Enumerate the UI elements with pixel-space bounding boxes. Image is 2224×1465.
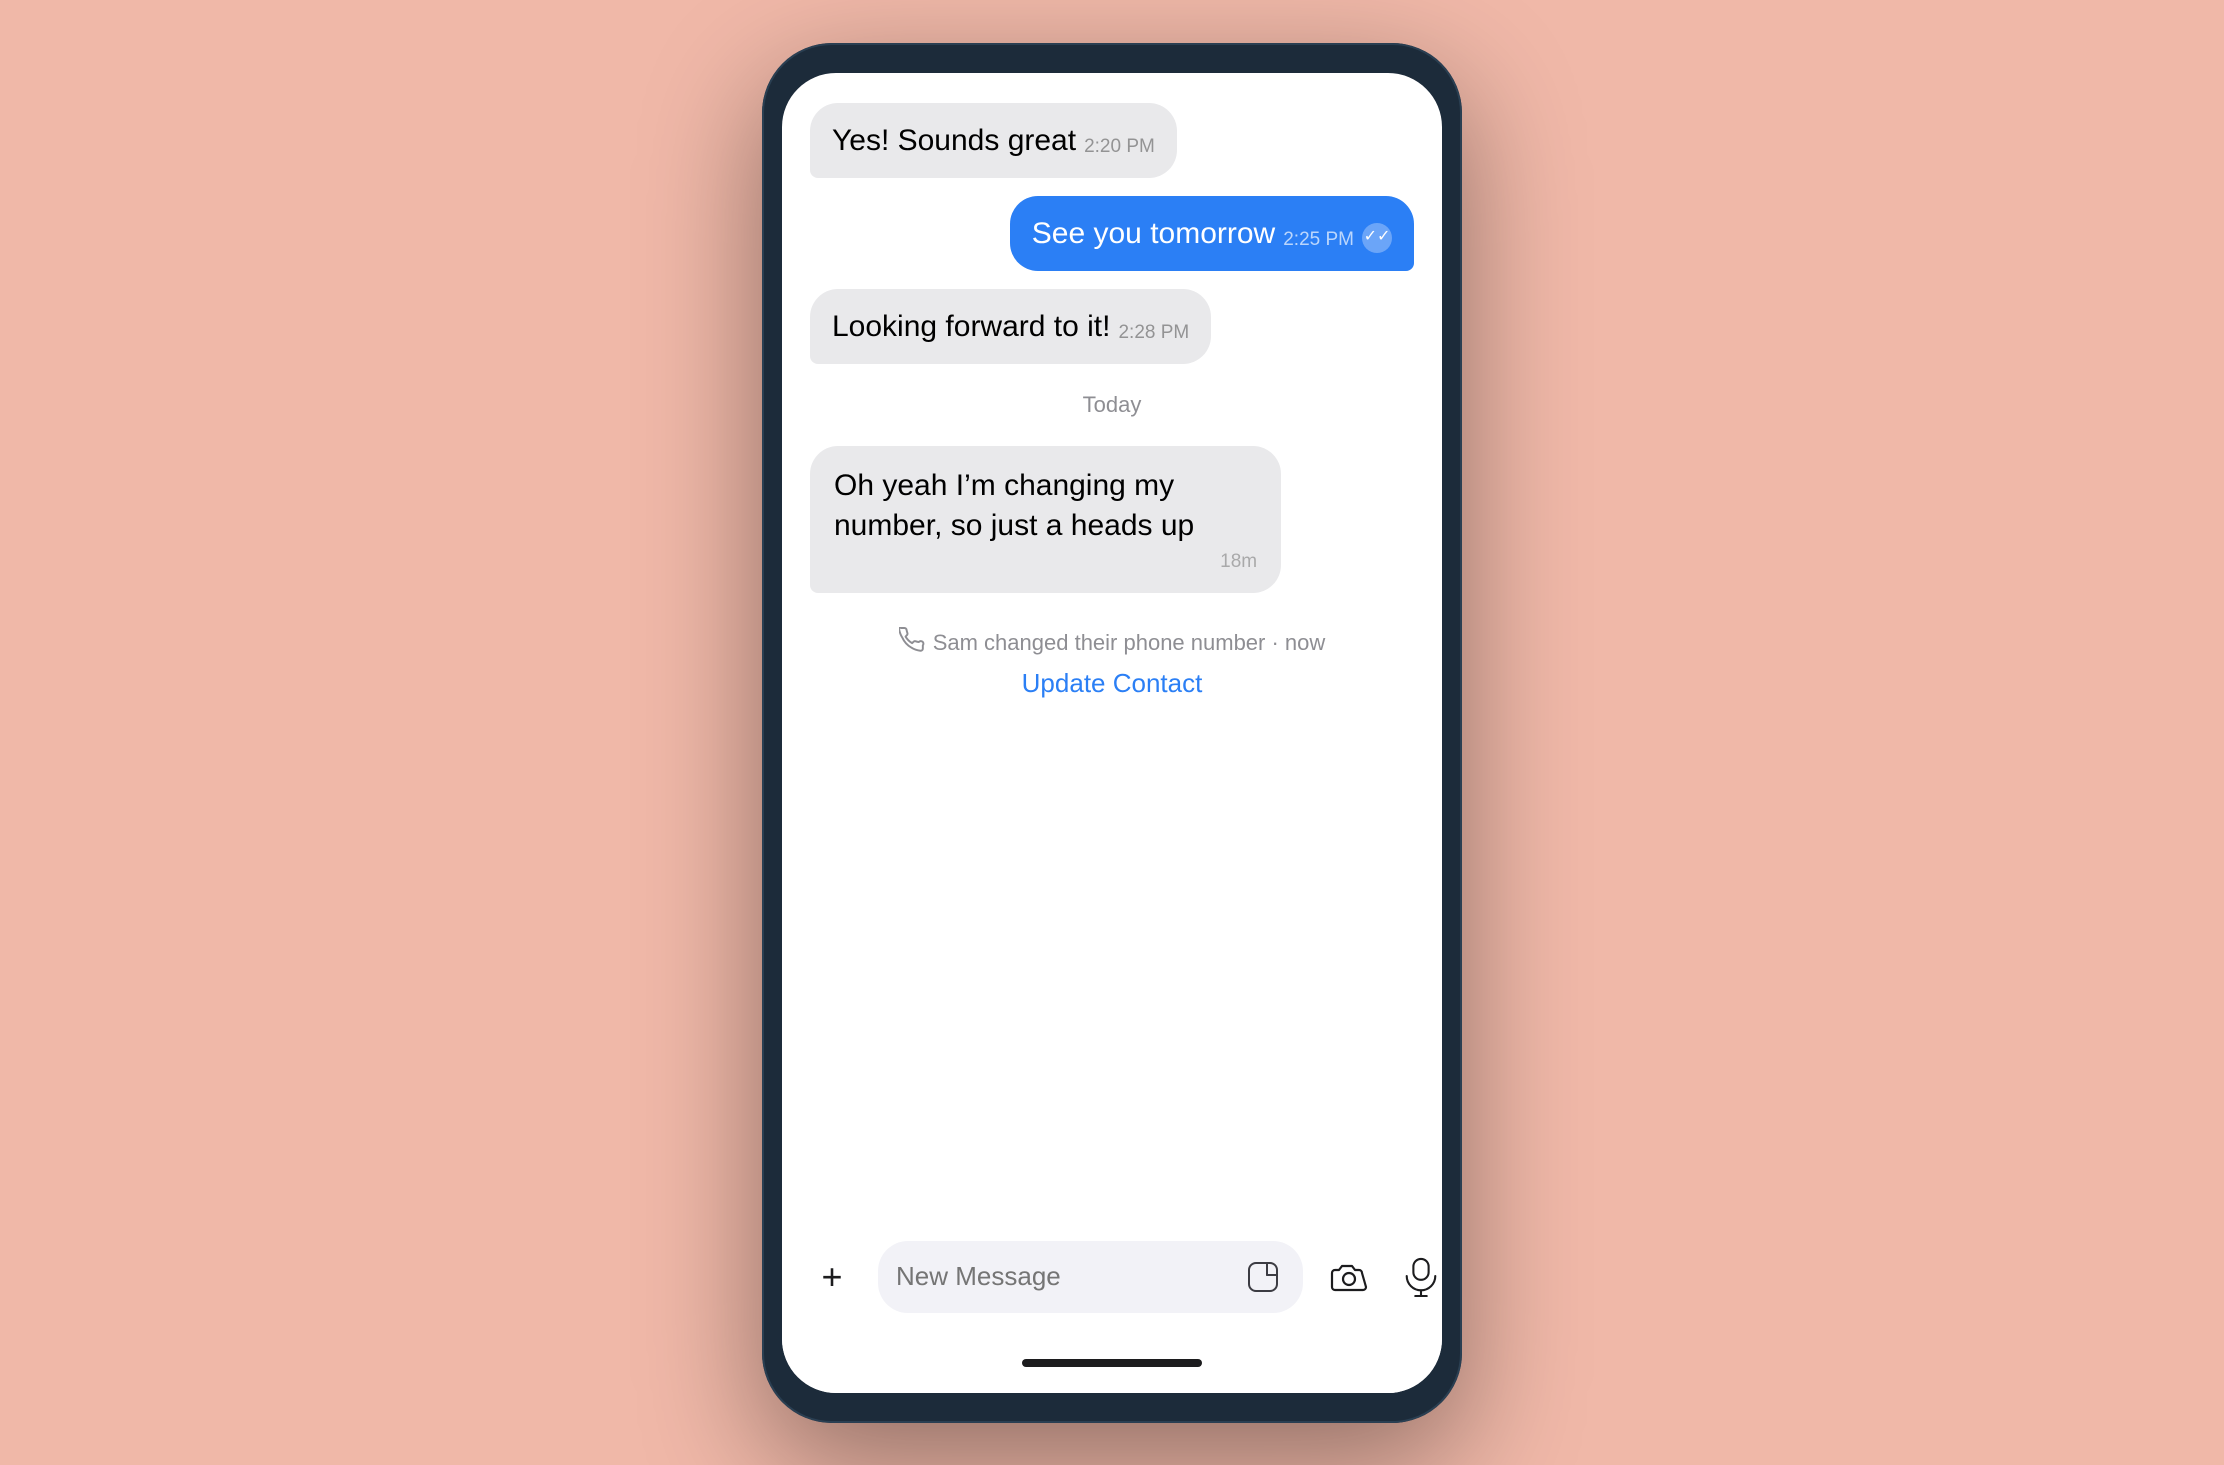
phone-screen: Yes! Sounds great 2:20 PM See you tomorr… (782, 73, 1442, 1393)
system-notification-text: Sam changed their phone number · now (899, 627, 1326, 660)
message-time: 2:25 PM (1283, 228, 1354, 253)
double-check-icon: ✓✓ (1362, 223, 1392, 253)
message-row: See you tomorrow 2:25 PM ✓✓ (810, 196, 1414, 271)
message-bubble-received: Looking forward to it! 2:28 PM (810, 289, 1211, 364)
system-notification: Sam changed their phone number · now Upd… (810, 627, 1414, 699)
message-row: Oh yeah I’m changing my number, so just … (810, 446, 1414, 593)
message-row: Looking forward to it! 2:28 PM (810, 289, 1414, 364)
message-time: 18m (1220, 551, 1257, 573)
camera-button[interactable] (1323, 1251, 1375, 1303)
update-contact-link[interactable]: Update Contact (1022, 668, 1203, 699)
message-bubble-sent: See you tomorrow 2:25 PM ✓✓ (1010, 196, 1414, 271)
plus-button[interactable]: + (806, 1251, 858, 1303)
delivered-check: ✓✓ (1362, 223, 1392, 253)
message-time: 2:20 PM (1084, 135, 1155, 160)
message-bubble-received: Yes! Sounds great 2:20 PM (810, 103, 1177, 178)
message-row: Yes! Sounds great 2:20 PM (810, 103, 1414, 178)
message-time: 2:28 PM (1118, 321, 1189, 346)
phone-changed-text: Sam changed their phone number · now (933, 630, 1326, 656)
chat-area: Yes! Sounds great 2:20 PM See you tomorr… (782, 73, 1442, 1223)
phone-frame: Yes! Sounds great 2:20 PM See you tomorr… (762, 43, 1462, 1423)
date-divider-text: Today (1083, 392, 1142, 418)
message-input-wrap (878, 1241, 1303, 1313)
message-text: Yes! Sounds great (832, 121, 1076, 160)
message-input[interactable] (896, 1261, 1231, 1292)
sticker-button[interactable] (1241, 1255, 1285, 1299)
message-text: Oh yeah I’m changing my number, so just … (834, 466, 1257, 547)
message-text: See you tomorrow (1032, 214, 1275, 253)
microphone-button[interactable] (1395, 1251, 1442, 1303)
home-bar (1022, 1359, 1202, 1367)
home-indicator (782, 1333, 1442, 1393)
message-bubble-multiline: Oh yeah I’m changing my number, so just … (810, 446, 1281, 593)
date-divider: Today (810, 392, 1414, 418)
message-text: Looking forward to it! (832, 307, 1110, 346)
input-bar: + (782, 1223, 1442, 1333)
phone-icon (899, 627, 925, 660)
